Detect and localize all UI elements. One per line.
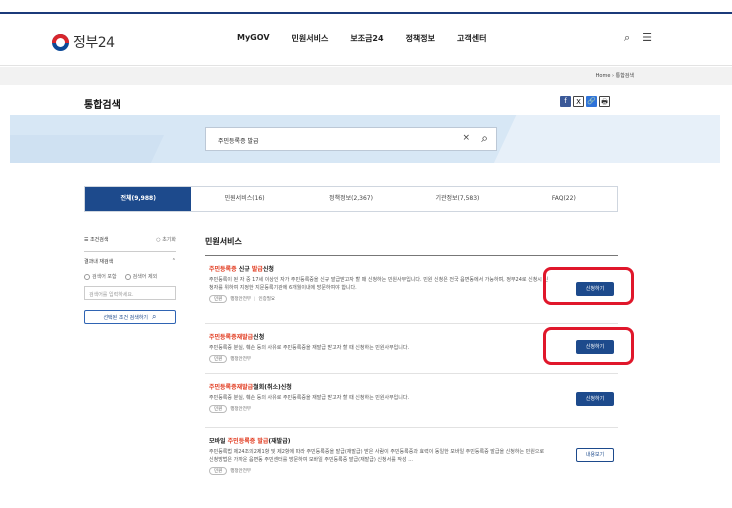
section-title: 민원서비스	[205, 236, 618, 256]
tab-all[interactable]: 전체(9,988)	[85, 187, 192, 211]
breadcrumb: Home › 통합검색	[596, 72, 634, 79]
tab-agency[interactable]: 기관정보(7,583)	[404, 187, 510, 211]
org-label: 행정안전부	[230, 407, 251, 412]
title-text: 모바일	[209, 438, 228, 445]
divider	[84, 251, 176, 252]
banner-decoration	[10, 135, 164, 163]
within-options: 검색어 포함 검색어 제외	[84, 273, 176, 280]
title-highlight: 주민등록증	[209, 266, 239, 273]
nav-subsidy24[interactable]: 보조금24	[350, 33, 383, 44]
item-description: 주민등록법 제24조의2제1항 및 제2항에 따라 주민등록증을 발급(재발급)…	[209, 449, 545, 463]
category-badge: 민원	[209, 355, 228, 363]
x-icon[interactable]: X	[573, 96, 584, 107]
withdraw-apply-button[interactable]: 신청하기	[576, 392, 614, 406]
nav-policy[interactable]: 정책정보	[406, 33, 435, 44]
item-tags: 민원 행정안전부	[209, 405, 614, 413]
annotation-circle	[543, 267, 634, 305]
breadcrumb-home[interactable]: Home	[596, 73, 611, 79]
title-highlight: 주민등록증재발급	[209, 334, 254, 341]
within-search-row[interactable]: 결과내 재검색 ⌃	[84, 258, 176, 265]
title-text: 신청	[262, 266, 274, 273]
title-highlight: 발급	[251, 266, 263, 273]
filter-sidebar: ☰ 조건검색 ○ 초기화 결과내 재검색 ⌃ 검색어 포함 검색어 제외 검색어…	[84, 236, 176, 324]
filter-header: ☰ 조건검색 ○ 초기화	[84, 236, 176, 243]
reset-button[interactable]: ○ 초기화	[156, 236, 176, 243]
view-details-button[interactable]: 내용보기	[576, 448, 614, 462]
breadcrumb-separator: ›	[612, 73, 614, 79]
title-highlight: 주민등록증	[227, 438, 258, 445]
logo-text: 정부24	[73, 35, 115, 51]
nav-customer-center[interactable]: 고객센터	[457, 33, 486, 44]
share-icons: f X 🔗 🖶	[560, 96, 610, 107]
search-icon[interactable]: ⌕	[481, 131, 488, 146]
site-header: 정부24 MyGOV 민원서비스 보조금24 정책정보 고객센터 ⌕ ☰	[0, 14, 732, 66]
item-description: 주민등록이 된 자 중 17세 이상인 자가 주민등록증을 신규 발급받고자 할…	[209, 277, 549, 291]
auth-label: 인증필요	[258, 297, 276, 302]
search-icon[interactable]: ⌕	[624, 31, 630, 45]
tab-policy[interactable]: 정책정보(2,367)	[298, 187, 404, 211]
logo[interactable]: 정부24	[52, 32, 115, 52]
chevron-up-icon: ⌃	[171, 258, 176, 264]
within-search-input[interactable]: 검색어를 입력하세요.	[84, 286, 176, 300]
within-search-label: 결과내 재검색	[84, 259, 114, 265]
org-label: 행정안전부	[230, 297, 251, 302]
banner-decoration	[479, 115, 720, 163]
title-highlight: 주민등록증재발급	[209, 384, 254, 391]
link-icon[interactable]: 🔗	[586, 96, 597, 107]
nav-mygov[interactable]: MyGOV	[237, 33, 270, 44]
apply-filter-label: 선택된 조건 검색하기	[103, 314, 149, 321]
facebook-icon[interactable]: f	[560, 96, 571, 107]
category-badge: 민원	[209, 405, 228, 413]
title-text: 신규	[238, 266, 252, 273]
apply-filter-button[interactable]: 선택된 조건 검색하기 ⌕	[84, 310, 176, 324]
gov-emblem-icon	[52, 33, 69, 51]
search-input[interactable]: 주민등록증 발급 × ⌕	[205, 127, 497, 151]
title-highlight: 발급	[257, 438, 269, 445]
clear-icon[interactable]: ×	[462, 133, 470, 143]
breadcrumb-current: 통합검색	[615, 73, 634, 79]
menu-icon[interactable]: ☰	[642, 31, 652, 45]
result-tabs: 전체(9,988) 민원서비스(16) 정책정보(2,367) 기관정보(7,5…	[84, 186, 618, 212]
title-text: (재발급)	[268, 438, 291, 445]
filter-toggle[interactable]: ☰ 조건검색	[84, 236, 108, 243]
list-item: 모바일 주민등록증 발급(재발급) 주민등록법 제24조의2제1항 및 제2항에…	[205, 428, 618, 488]
exclude-option[interactable]: 검색어 제외	[124, 273, 158, 280]
item-description: 주민등록증 분실, 훼손 등의 사유로 주민등록증을 재발급 받고자 할 때 신…	[209, 395, 410, 401]
main-nav: MyGOV 민원서비스 보조금24 정책정보 고객센터	[237, 33, 508, 44]
title-bar: 통합검색 f X 🔗 🖶	[0, 85, 732, 115]
category-badge: 민원	[209, 295, 228, 303]
category-badge: 민원	[209, 467, 228, 475]
nav-civil-service[interactable]: 민원서비스	[292, 33, 329, 44]
include-option[interactable]: 검색어 포함	[84, 273, 117, 280]
radio-icon	[84, 273, 90, 280]
annotation-circle	[543, 327, 634, 365]
filter-label: 조건검색	[90, 237, 109, 243]
print-icon[interactable]: 🖶	[599, 96, 610, 107]
item-description: 주민등록증 분실, 훼손 등의 사유로 주민등록증을 재발급 받고자 할 때 신…	[209, 345, 410, 351]
list-item: 주민등록증재발급철회(취소)신청 주민등록증 분실, 훼손 등의 사유로 주민등…	[205, 374, 618, 428]
search-icon: ⌕	[152, 312, 157, 321]
include-label: 검색어 포함	[92, 274, 117, 280]
item-title[interactable]: 모바일 주민등록증 발급(재발급)	[209, 436, 614, 445]
tab-faq[interactable]: FAQ(22)	[511, 187, 617, 211]
item-title[interactable]: 주민등록증재발급철회(취소)신청	[209, 382, 614, 391]
divider: |	[253, 296, 256, 302]
breadcrumb-bar: Home › 통합검색	[0, 67, 732, 85]
title-text: 철회(취소)신청	[253, 384, 292, 391]
exclude-label: 검색어 제외	[132, 274, 158, 280]
title-text: 신청	[253, 334, 265, 341]
org-label: 행정안전부	[230, 469, 251, 474]
reset-label: 초기화	[162, 237, 176, 243]
org-label: 행정안전부	[230, 357, 251, 362]
radio-icon	[124, 273, 131, 280]
tab-civil-service[interactable]: 민원서비스(16)	[191, 187, 297, 211]
header-icons: ⌕ ☰	[624, 31, 652, 45]
page-title: 통합검색	[84, 100, 121, 111]
search-input-value: 주민등록증 발급	[218, 138, 259, 145]
item-tags: 민원 행정안전부	[209, 467, 614, 475]
